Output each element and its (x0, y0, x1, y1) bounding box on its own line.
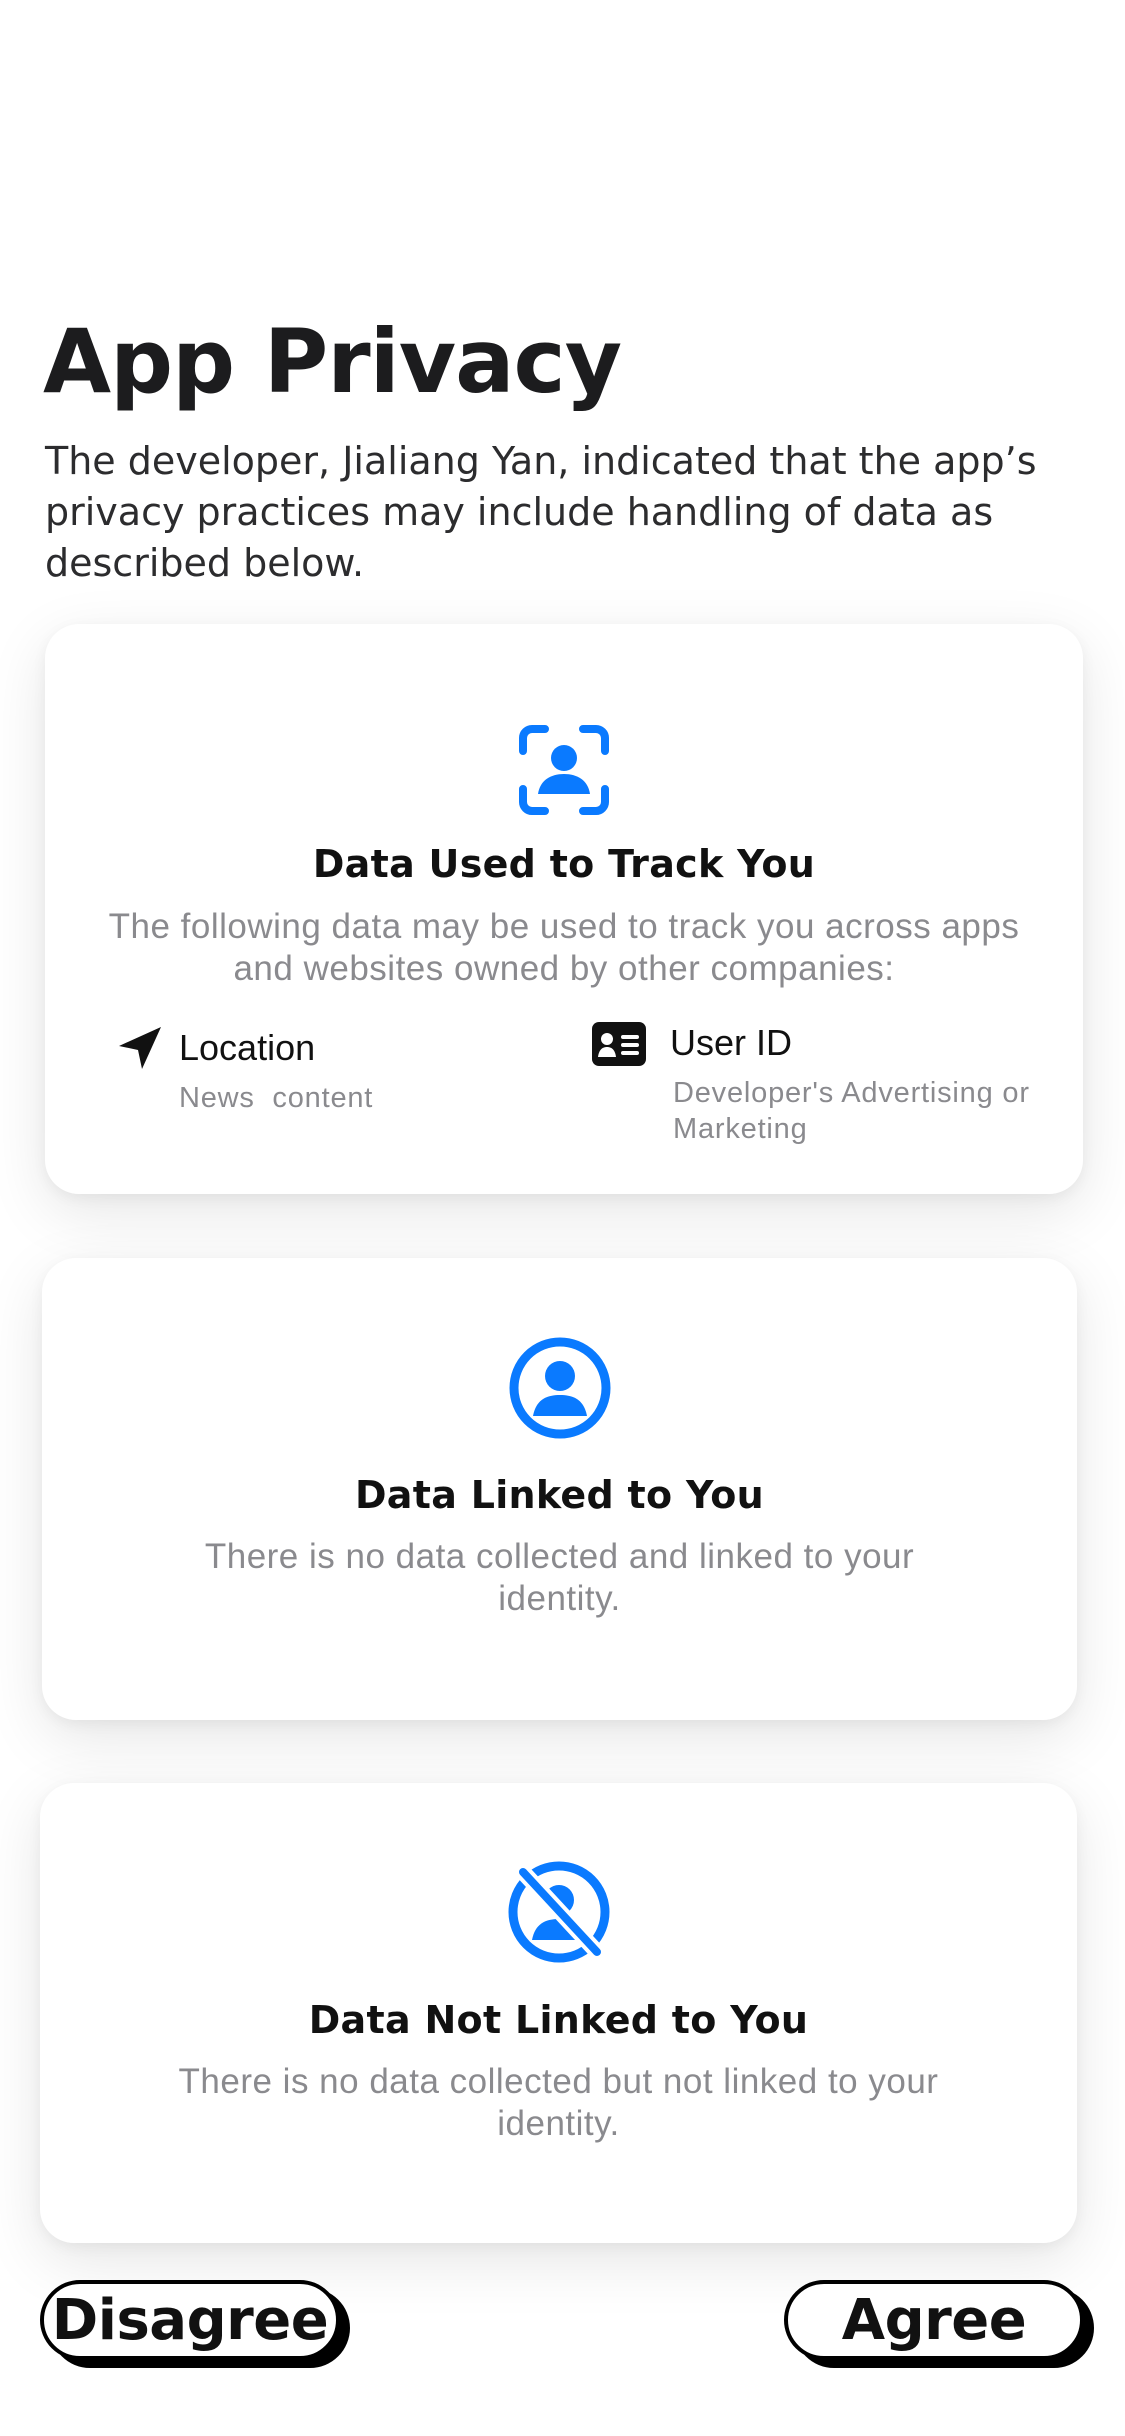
location-arrow-icon (119, 1027, 161, 1069)
data-item-purpose: Developer's Advertising or Marketing (673, 1077, 1030, 1145)
data-item-user-id: User ID Developer's Advertising or Marke… (592, 1022, 1052, 1152)
page-title: App Privacy (43, 310, 622, 413)
card-description: There is no data collected and linked to… (204, 1537, 915, 1618)
person-circle-icon (509, 1337, 610, 1439)
disagree-button[interactable]: Disagree (40, 2280, 340, 2360)
data-item-location: Location News content (116, 1024, 536, 1144)
person-slash-icon (508, 1861, 609, 1963)
card-title: Data Not Linked to You (308, 1998, 809, 2042)
privacy-intro-text: The developer, Jialiang Yan, indicated t… (45, 439, 1037, 585)
tracking-icon (519, 725, 609, 815)
data-item-label: User ID (670, 1022, 793, 1063)
data-item-label: Location (179, 1027, 316, 1068)
data-used-to-track-card: Data Used to Track You The following dat… (45, 624, 1083, 1194)
card-description: The following data may be used to track … (108, 907, 1020, 988)
card-title: Data Linked to You (354, 1473, 765, 1517)
card-title: Data Used to Track You (312, 842, 816, 886)
card-description: There is no data collected but not linke… (178, 2062, 939, 2143)
data-item-purpose: News content (179, 1082, 374, 1114)
data-not-linked-card: Data Not Linked to You There is no data … (40, 1783, 1077, 2243)
agree-button[interactable]: Agree (784, 2280, 1084, 2360)
data-linked-card: Data Linked to You There is no data coll… (42, 1258, 1077, 1720)
id-card-icon (592, 1022, 646, 1066)
